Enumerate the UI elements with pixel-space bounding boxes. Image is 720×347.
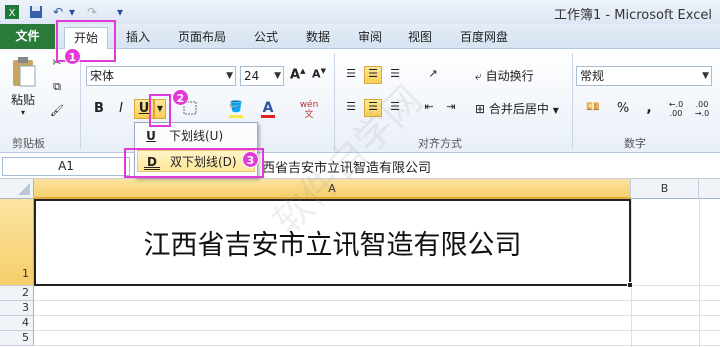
menu-item-underline[interactable]: U 下划线(U) bbox=[137, 125, 255, 147]
chevron-down-icon: ▼ bbox=[274, 71, 281, 81]
number-format-combo[interactable]: 常规 ▼ bbox=[576, 66, 712, 86]
group-divider bbox=[572, 53, 573, 149]
tab-data[interactable]: 数据 bbox=[298, 27, 338, 49]
font-color-letter: A bbox=[262, 100, 274, 116]
select-all-corner[interactable] bbox=[0, 179, 34, 199]
tab-baidu-netdisk[interactable]: 百度网盘 bbox=[452, 27, 516, 49]
number-format-value: 常规 bbox=[580, 69, 605, 83]
phonetic-label: wén bbox=[299, 100, 319, 110]
number-group-label: 数字 bbox=[624, 137, 646, 150]
tab-page-layout[interactable]: 页面布局 bbox=[170, 27, 234, 49]
column-gridline bbox=[699, 199, 700, 347]
decrease-indent-icon[interactable]: ⇤ bbox=[420, 99, 438, 117]
group-divider bbox=[80, 53, 81, 149]
align-bottom-icon[interactable]: ☰ bbox=[386, 66, 404, 84]
tab-insert[interactable]: 插入 bbox=[118, 27, 158, 49]
comma-style-button[interactable]: , bbox=[640, 99, 658, 119]
table-row bbox=[34, 286, 720, 301]
font-size-combo[interactable]: 24 ▼ bbox=[240, 66, 284, 86]
step-badge-1: 1 bbox=[64, 48, 81, 65]
align-center-icon[interactable]: ☰ bbox=[364, 99, 382, 117]
tab-file[interactable]: 文件 bbox=[0, 24, 55, 49]
paste-button[interactable]: 粘贴 ▾ bbox=[8, 55, 38, 117]
svg-text:X: X bbox=[9, 8, 16, 19]
name-box[interactable]: A1 bbox=[2, 157, 130, 176]
paste-icon bbox=[13, 57, 36, 87]
underline-icon: U bbox=[146, 129, 156, 143]
wrap-text-button[interactable]: ⤶ 自动换行 bbox=[474, 66, 554, 86]
bold-button[interactable]: B bbox=[90, 99, 108, 119]
clipboard-group-label: 剪贴板 bbox=[12, 137, 45, 150]
alignment-group-label: 对齐方式 bbox=[418, 137, 462, 150]
formula-bar: A1 西省吉安市立讯智造有限公司 bbox=[0, 153, 720, 179]
tab-view[interactable]: 视图 bbox=[400, 27, 440, 49]
merge-icon: ⊞ bbox=[475, 102, 486, 116]
accounting-format-icon[interactable]: 💴 bbox=[580, 99, 606, 119]
align-middle-icon[interactable]: ☰ bbox=[364, 66, 382, 84]
ribbon: 粘贴 ▾ ✂ ⧉ 🖌 剪贴板 宋体 ▼ 24 ▼ A▲ A▼ B I U ▼ 🪣… bbox=[0, 49, 720, 153]
format-painter-icon[interactable]: 🖌 bbox=[46, 103, 68, 121]
highlight-box-underline-dropdown bbox=[149, 94, 171, 127]
merge-center-label: 合并后居中 bbox=[488, 102, 549, 116]
row-header-5[interactable]: 5 bbox=[0, 331, 34, 346]
column-header-b[interactable]: B bbox=[631, 179, 699, 199]
grow-font-icon[interactable]: A▲ bbox=[289, 66, 305, 86]
decrease-decimal-icon[interactable]: .00 →.0 bbox=[692, 99, 712, 119]
phonetic-guide-button[interactable]: wén 文 bbox=[296, 99, 322, 120]
italic-button[interactable]: I bbox=[112, 99, 130, 119]
cell-a1[interactable]: 江西省吉安市立讯智造有限公司 bbox=[34, 199, 631, 286]
customize-qat-icon[interactable]: ▾ bbox=[112, 4, 128, 20]
copy-icon[interactable]: ⧉ bbox=[46, 79, 68, 97]
font-name-combo[interactable]: 宋体 ▼ bbox=[86, 66, 236, 86]
row-header-3[interactable]: 3 bbox=[0, 301, 34, 316]
excel-logo-icon: X bbox=[4, 4, 20, 20]
chevron-down-icon: ▼ bbox=[552, 106, 559, 115]
table-row bbox=[34, 301, 720, 316]
paste-dropdown-icon: ▾ bbox=[20, 108, 25, 117]
row-header-1[interactable]: 1 bbox=[0, 199, 34, 286]
shrink-font-icon[interactable]: A▼ bbox=[311, 66, 327, 86]
align-top-icon[interactable]: ☰ bbox=[342, 66, 360, 84]
wrap-text-label: 自动换行 bbox=[485, 69, 534, 83]
align-left-icon[interactable]: ☰ bbox=[342, 99, 360, 117]
chevron-down-icon: ▼ bbox=[226, 71, 233, 81]
fill-handle[interactable] bbox=[627, 282, 633, 288]
font-color-button[interactable]: A bbox=[258, 99, 278, 119]
orientation-icon[interactable]: ↗ bbox=[420, 66, 446, 84]
wrap-text-icon: ⤶ bbox=[475, 69, 482, 83]
row-header-4[interactable]: 4 bbox=[0, 316, 34, 331]
tab-formulas[interactable]: 公式 bbox=[246, 27, 286, 49]
font-name-value: 宋体 bbox=[90, 69, 115, 83]
chevron-down-icon: ▼ bbox=[702, 71, 709, 81]
save-icon[interactable] bbox=[28, 4, 44, 20]
tab-review[interactable]: 审阅 bbox=[350, 27, 390, 49]
font-size-value: 24 bbox=[244, 69, 260, 83]
table-row bbox=[34, 316, 720, 331]
step-badge-2: 2 bbox=[172, 89, 189, 106]
row-header-2[interactable]: 2 bbox=[0, 286, 34, 301]
column-gridline bbox=[631, 199, 632, 347]
increase-indent-icon[interactable]: ⇥ bbox=[442, 99, 460, 117]
group-divider bbox=[334, 53, 335, 149]
step-badge-3: 3 bbox=[242, 151, 259, 168]
paste-label: 粘贴 bbox=[10, 93, 35, 107]
percent-button[interactable]: % bbox=[614, 99, 632, 119]
formula-content[interactable]: 西省吉安市立讯智造有限公司 bbox=[262, 157, 431, 176]
column-header-a[interactable]: A bbox=[34, 179, 631, 199]
redo-icon[interactable]: ↷ bbox=[84, 4, 100, 20]
increase-decimal-icon[interactable]: ←.0.00 bbox=[666, 99, 686, 119]
window-title: 工作簿1 - Microsoft Excel bbox=[554, 8, 712, 23]
merge-center-button[interactable]: ⊞ 合并后居中 ▼ bbox=[474, 99, 568, 119]
column-headers: A B bbox=[0, 179, 720, 199]
menu-item-label: 下划线(U) bbox=[169, 129, 224, 143]
align-right-icon[interactable]: ☰ bbox=[386, 99, 404, 117]
undo-dropdown-icon[interactable]: ▾ bbox=[64, 4, 80, 20]
fill-color-icon[interactable]: 🪣 bbox=[226, 99, 246, 119]
table-row bbox=[34, 331, 720, 346]
